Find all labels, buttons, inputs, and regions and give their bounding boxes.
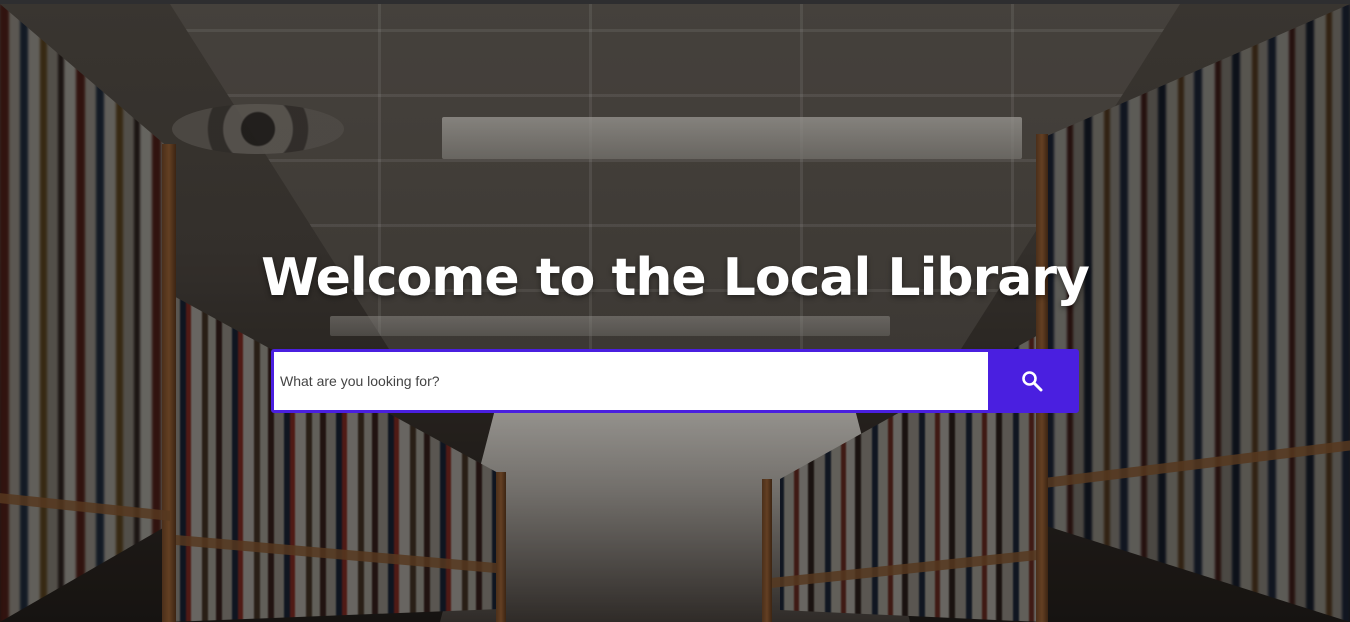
search-bar <box>271 349 1079 413</box>
hero-dim-overlay <box>0 4 1350 622</box>
page-title: Welcome to the Local Library <box>261 248 1090 308</box>
search-button[interactable] <box>988 352 1076 410</box>
search-icon <box>1022 371 1043 392</box>
search-input[interactable] <box>274 352 988 410</box>
hero-background <box>0 4 1350 622</box>
